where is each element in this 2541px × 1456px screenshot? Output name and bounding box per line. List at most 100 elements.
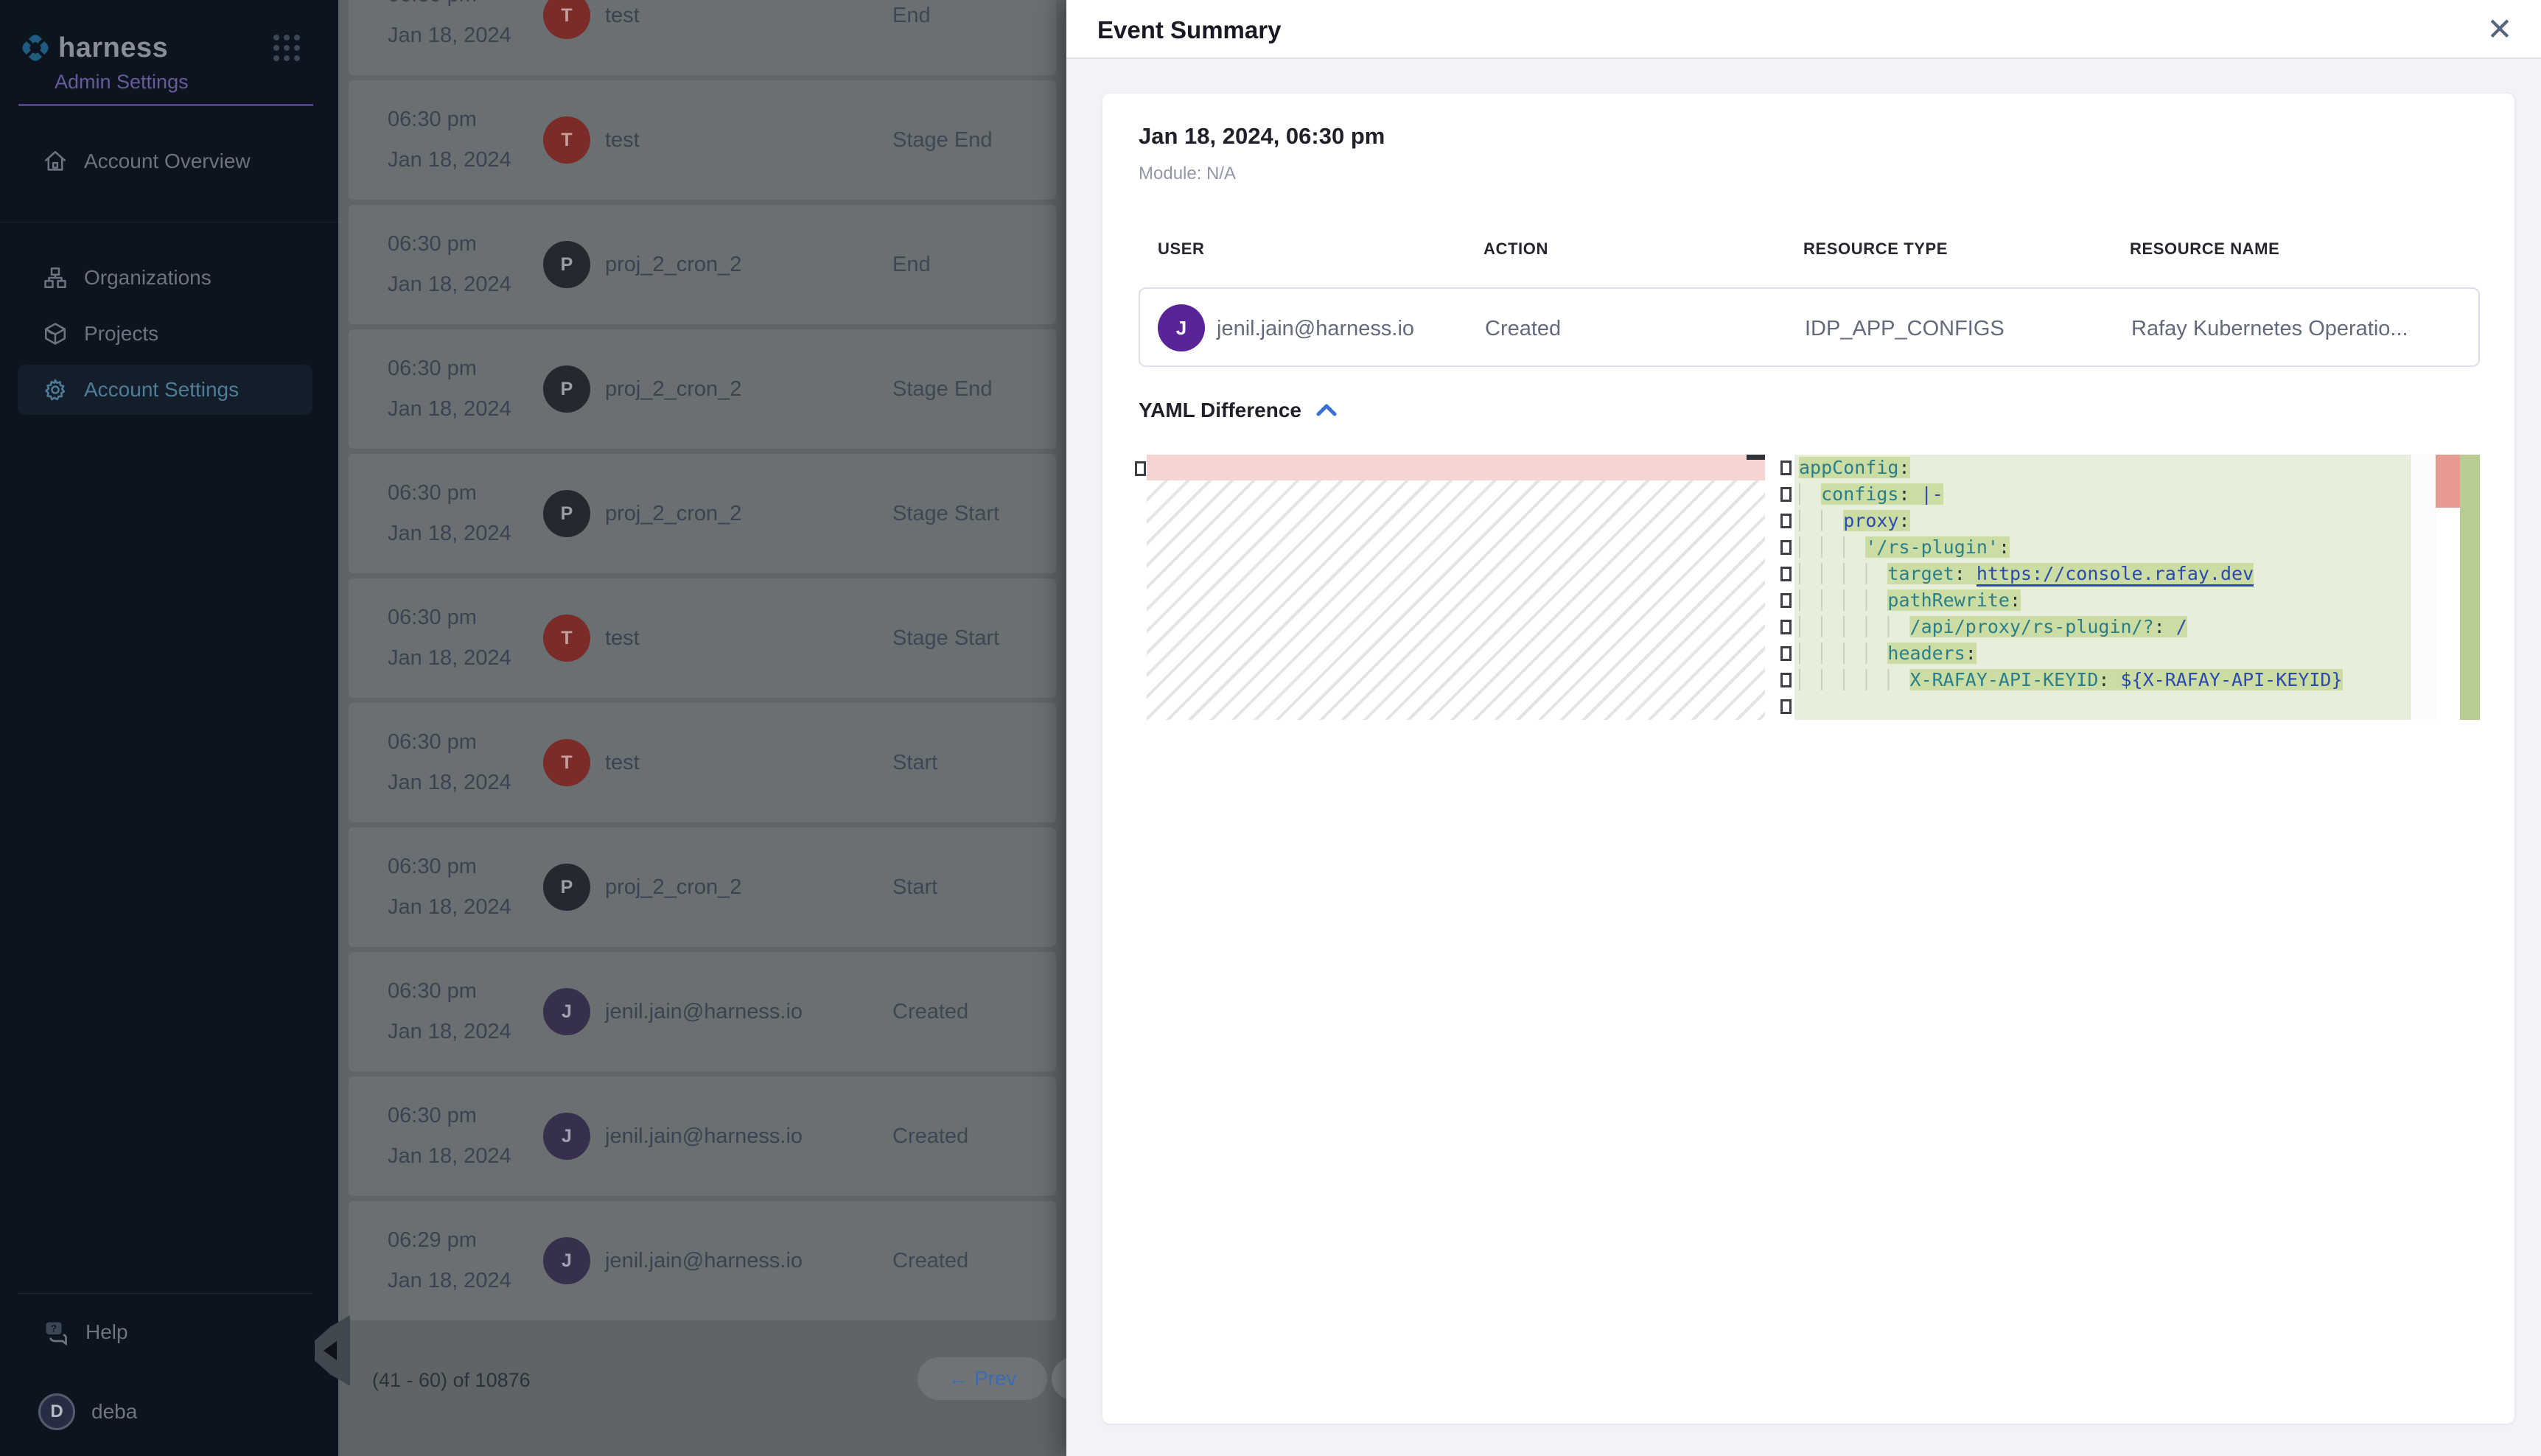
help-label: Help [85, 1320, 128, 1344]
row-avatar: P [543, 864, 590, 911]
user-menu[interactable]: D deba [18, 1385, 261, 1438]
diff-removed-pane [1147, 455, 1765, 720]
audit-rows: 06:30 pmJan 18, 2024TtestEnd06:30 pmJan … [338, 0, 1066, 1320]
sidebar-collapse-handle[interactable] [315, 1315, 350, 1386]
row-avatar: T [543, 739, 590, 786]
help-button[interactable]: ? Help [18, 1307, 261, 1357]
row-date: Jan 18, 2024 [388, 895, 525, 920]
diff-scrollbar[interactable] [2410, 455, 2436, 720]
audit-row[interactable]: 06:30 pmJan 18, 2024TtestStage Start [349, 578, 1056, 698]
audit-row[interactable]: 06:29 pmJan 18, 2024Jjenil.jain@harness.… [349, 1201, 1056, 1320]
row-time: 06:30 pm [388, 0, 525, 7]
diff-empty-hatch [1147, 480, 1765, 720]
code-token: X-RAFAY-API-KEYID [1910, 669, 2099, 690]
audit-row[interactable]: 06:30 pmJan 18, 2024Jjenil.jain@harness.… [349, 1077, 1056, 1196]
diff-code-line: configs: |- [1794, 481, 2410, 508]
yaml-diff-viewer: appConfig: configs: |- proxy: '/rs-plugi… [1133, 455, 2480, 720]
row-user-name: test [605, 626, 640, 651]
help-chat-icon: ? [43, 1319, 69, 1345]
code-token: : [1965, 643, 1976, 664]
audit-row[interactable]: 06:30 pmJan 18, 2024Pproj_2_cron_2Stage … [349, 329, 1056, 449]
yaml-difference-toggle[interactable]: YAML Difference [1139, 399, 1338, 422]
row-user-name: jenil.jain@harness.io [605, 1249, 803, 1273]
user-avatar: D [38, 1393, 75, 1430]
audit-row[interactable]: 06:30 pmJan 18, 2024TtestStart [349, 703, 1056, 822]
inline-change-highlight: proxy: [1843, 510, 1909, 531]
inline-change-highlight: configs: |- [1821, 483, 1943, 505]
code-indent [1799, 616, 1910, 637]
row-date: Jan 18, 2024 [388, 24, 525, 48]
audit-row[interactable]: 06:30 pmJan 18, 2024Pproj_2_cron_2Start [349, 827, 1056, 947]
app-grid-icon[interactable] [273, 35, 300, 61]
code-token: : [1954, 563, 1976, 584]
diff-removed-line [1147, 455, 1765, 480]
diff-left-gutter-marker [1135, 461, 1146, 476]
harness-logo-icon [18, 31, 52, 65]
row-action: End [892, 253, 931, 277]
diff-code-line: pathRewrite: [1794, 587, 2410, 614]
row-date: Jan 18, 2024 [388, 1020, 525, 1044]
diff-line-gutter-marker [1780, 487, 1792, 502]
code-token[interactable]: https://console.rafay.dev [1976, 563, 2254, 587]
diff-line-gutter-marker [1780, 540, 1792, 555]
row-action: Created [892, 1124, 968, 1149]
audit-row[interactable]: 06:30 pmJan 18, 2024Pproj_2_cron_2Stage … [349, 454, 1056, 573]
cell-resource-name: Rafay Kubernetes Operatio... [2131, 317, 2408, 341]
code-indent [1799, 563, 1887, 584]
sidebar-item-label: Account Overview [84, 150, 251, 173]
diff-line-gutter-marker [1780, 673, 1792, 687]
code-indent [1799, 510, 1843, 531]
row-time-block: 06:30 pmJan 18, 2024 [349, 357, 525, 421]
row-time: 06:30 pm [388, 232, 525, 256]
row-action: Start [892, 875, 937, 900]
code-token: headers [1887, 643, 1965, 664]
row-action: Stage Start [892, 502, 999, 526]
sidebar-item-account-overview[interactable]: Account Overview [18, 136, 312, 186]
row-time: 06:30 pm [388, 108, 525, 132]
sidebar-item-account-settings[interactable]: Account Settings [18, 365, 312, 415]
sidebar-section-divider [0, 222, 338, 223]
row-avatar: T [543, 0, 590, 39]
diff-code-line: X-RAFAY-API-KEYID: ${X-RAFAY-API-KEYID} [1794, 667, 2410, 693]
diff-code-line: appConfig: [1794, 455, 2410, 481]
row-action: Created [892, 1249, 968, 1273]
sidebar-item-projects[interactable]: Projects [18, 309, 312, 359]
row-user-name: jenil.jain@harness.io [605, 1000, 803, 1024]
row-date: Jan 18, 2024 [388, 273, 525, 297]
drawer-header: Event Summary ✕ [1066, 0, 2541, 59]
prev-page-button[interactable]: ← Prev [918, 1357, 1047, 1400]
diff-code-line: proxy: [1794, 508, 2410, 534]
diff-code-line: target: https://console.rafay.dev [1794, 561, 2410, 587]
sidebar-item-organizations[interactable]: Organizations [18, 253, 312, 303]
row-date: Jan 18, 2024 [388, 1144, 525, 1169]
audit-row[interactable]: 06:30 pmJan 18, 2024TtestStage End [349, 80, 1056, 200]
row-action: Stage Start [892, 626, 999, 651]
code-token: '/rs-plugin' [1865, 536, 1999, 558]
chevron-up-icon [1315, 402, 1338, 419]
inline-change-highlight: /api/proxy/rs-plugin/?: / [1910, 616, 2187, 637]
row-user-name: test [605, 751, 640, 775]
audit-row[interactable]: 06:30 pmJan 18, 2024Pproj_2_cron_2End [349, 205, 1056, 324]
event-datetime: Jan 18, 2024, 06:30 pm [1139, 123, 1385, 150]
sidebar: harness Admin Settings Account Overview … [0, 0, 338, 1456]
col-header-resource-type: RESOURCE TYPE [1803, 239, 1948, 259]
audit-row[interactable]: 06:30 pmJan 18, 2024TtestEnd [349, 0, 1056, 75]
row-user-name: proj_2_cron_2 [605, 253, 741, 277]
row-time-block: 06:30 pmJan 18, 2024 [349, 1104, 525, 1169]
inline-change-highlight: headers: [1887, 643, 1976, 664]
event-summary-drawer: Event Summary ✕ Jan 18, 2024, 06:30 pm M… [1066, 0, 2541, 1456]
code-token: : [2010, 589, 2021, 611]
row-date: Jan 18, 2024 [388, 1269, 525, 1293]
row-avatar: T [543, 116, 590, 164]
close-icon[interactable]: ✕ [2479, 9, 2520, 50]
code-indent [1799, 483, 1821, 505]
diff-sash-handle[interactable] [1747, 455, 1765, 460]
code-token: pathRewrite [1887, 589, 2010, 611]
svg-text:?: ? [51, 1323, 57, 1334]
module-subtitle: Admin Settings [55, 71, 189, 94]
row-action: Start [892, 751, 937, 775]
row-user-name: test [605, 128, 640, 153]
audit-row[interactable]: 06:30 pmJan 18, 2024Jjenil.jain@harness.… [349, 952, 1056, 1071]
gear-icon [43, 377, 68, 402]
page-number-button[interactable]: 1 [1052, 1357, 1066, 1400]
